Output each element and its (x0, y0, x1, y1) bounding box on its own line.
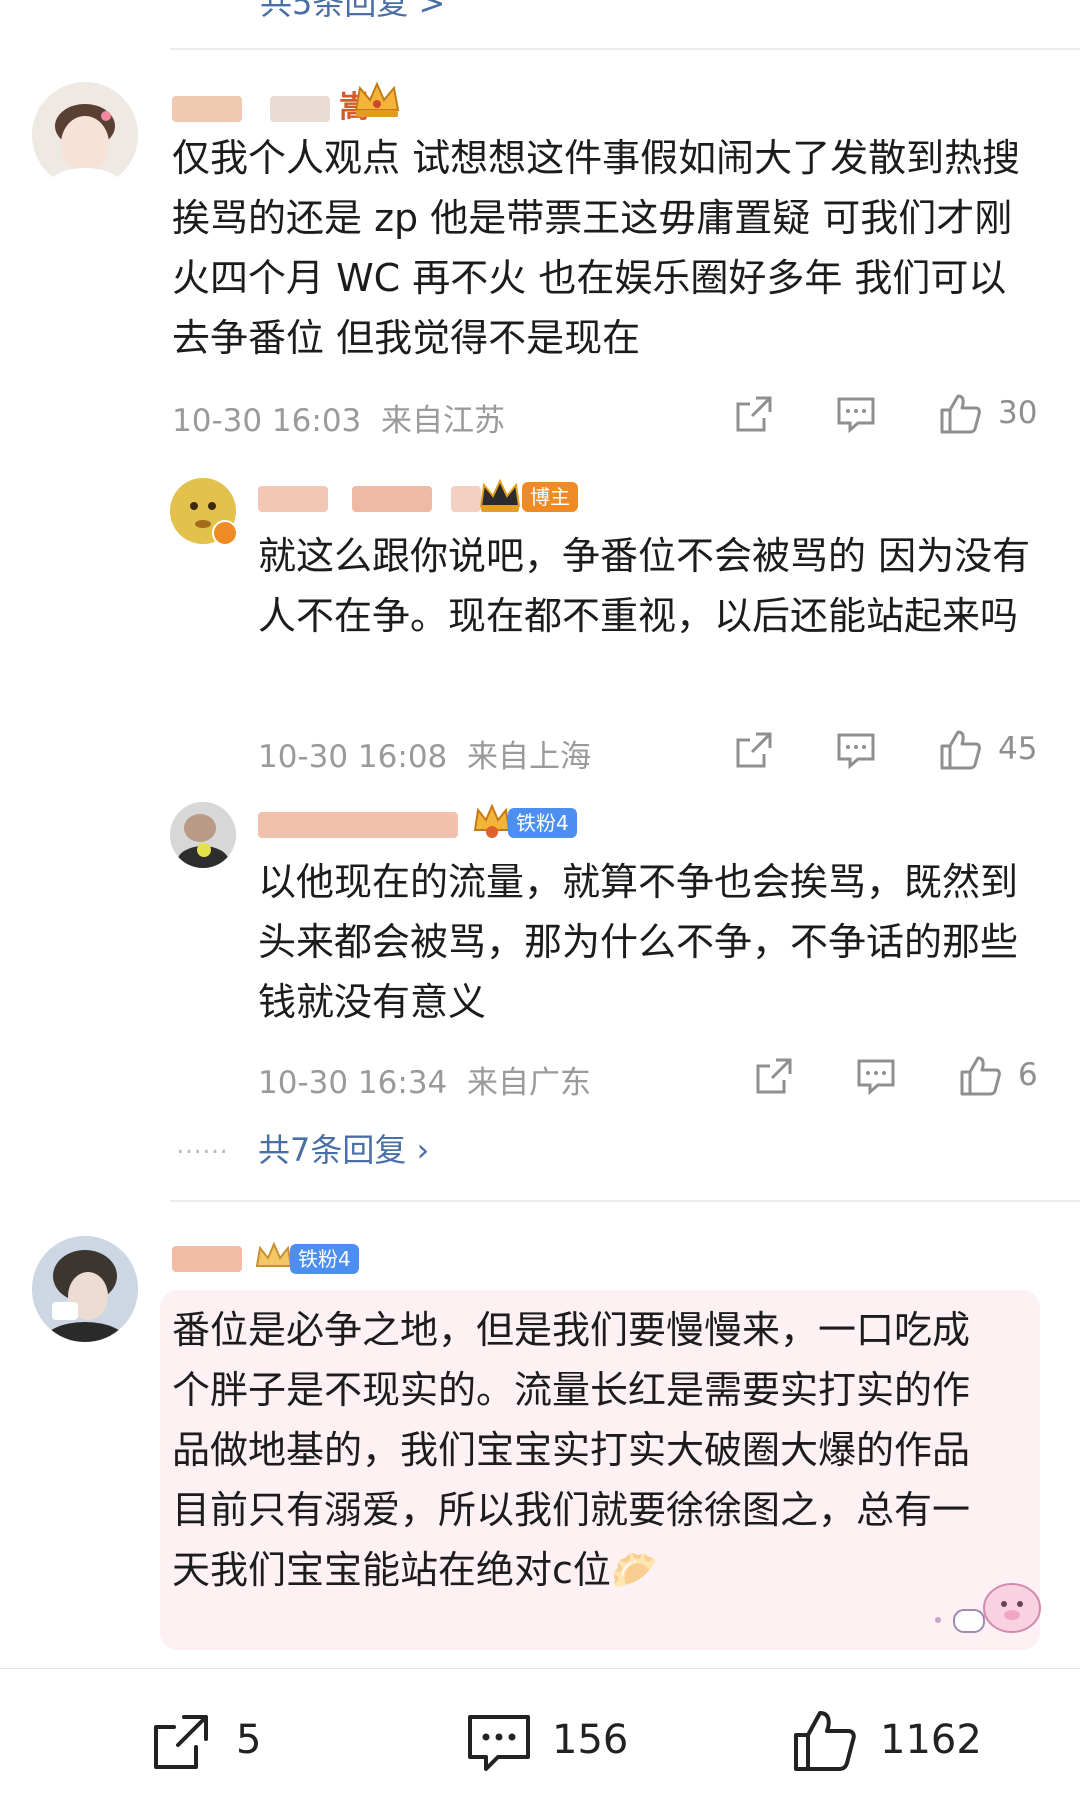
emoji-icon: 🥟 (610, 1548, 659, 1592)
fan-badge: 铁粉4 (290, 1244, 359, 1274)
comment-meta: 10-30 16:03 来自江苏 (172, 403, 505, 439)
like-icon[interactable] (938, 728, 982, 772)
repost-count[interactable]: 5 (236, 1717, 261, 1763)
cute-pig-sticker-icon (924, 1560, 1044, 1644)
like-count: 30 (998, 395, 1038, 431)
comment-text: 仅我个人观点 试想想这件事假如闹大了发散到热搜 挨骂的还是 zp 他是带票王这毋… (172, 136, 1021, 360)
previous-more-replies-link[interactable]: 共5条回复 > (260, 0, 445, 24)
comment-icon[interactable] (856, 1056, 896, 1096)
like-count[interactable]: 1162 (880, 1717, 982, 1763)
blogger-badge: 博主 (522, 482, 578, 512)
username[interactable] (258, 806, 458, 841)
reply-text: 以他现在的流量，就算不争也会挨骂，既然到头来都会被骂，那为什么不争，不争话的那些… (258, 860, 1019, 1024)
like-icon[interactable] (790, 1707, 858, 1779)
reply-meta: 10-30 16:08 来自上海 (258, 739, 591, 775)
dots-separator: …… (176, 1130, 228, 1160)
crown-icon (254, 1240, 294, 1280)
divider-top (170, 48, 1080, 50)
share-icon[interactable] (734, 730, 774, 770)
username[interactable]: 嵩 (172, 82, 369, 126)
username[interactable] (258, 480, 482, 515)
chevron-right-icon: › (416, 1131, 430, 1169)
comment-text: 番位是必争之地，但是我们要慢慢来，一口吃成个胖子是不现实的。流量长红是需要实打实… (172, 1308, 971, 1592)
fan-badge: 铁粉4 (508, 808, 577, 838)
share-icon[interactable] (754, 1056, 794, 1096)
verified-badge-icon (212, 520, 238, 546)
reply-meta: 10-30 16:34 来自广东 (258, 1065, 591, 1101)
comment-count[interactable]: 156 (552, 1717, 628, 1763)
like-icon[interactable] (938, 392, 982, 436)
crown-icon (472, 802, 512, 844)
repost-icon[interactable] (150, 1711, 212, 1777)
like-icon[interactable] (958, 1054, 1002, 1098)
like-count: 6 (1018, 1057, 1038, 1093)
crown-icon (352, 80, 402, 124)
avatar[interactable] (32, 82, 138, 188)
share-icon[interactable] (734, 394, 774, 434)
reply-text: 就这么跟你说吧，争番位不会被骂的 因为没有人不在争。现在都不重视，以后还能站起来… (258, 534, 1031, 638)
like-count: 45 (998, 731, 1038, 767)
crown-icon (478, 478, 522, 518)
avatar[interactable] (32, 1236, 138, 1342)
more-replies-link[interactable]: 共7条回复 › (258, 1125, 429, 1171)
avatar[interactable] (170, 802, 236, 868)
comment-icon[interactable] (836, 394, 876, 434)
divider (170, 1200, 1080, 1202)
comment-icon[interactable] (464, 1711, 534, 1779)
bottom-action-bar: 5 156 1162 (0, 1668, 1080, 1804)
username[interactable] (172, 1240, 242, 1275)
comment-icon[interactable] (836, 730, 876, 770)
